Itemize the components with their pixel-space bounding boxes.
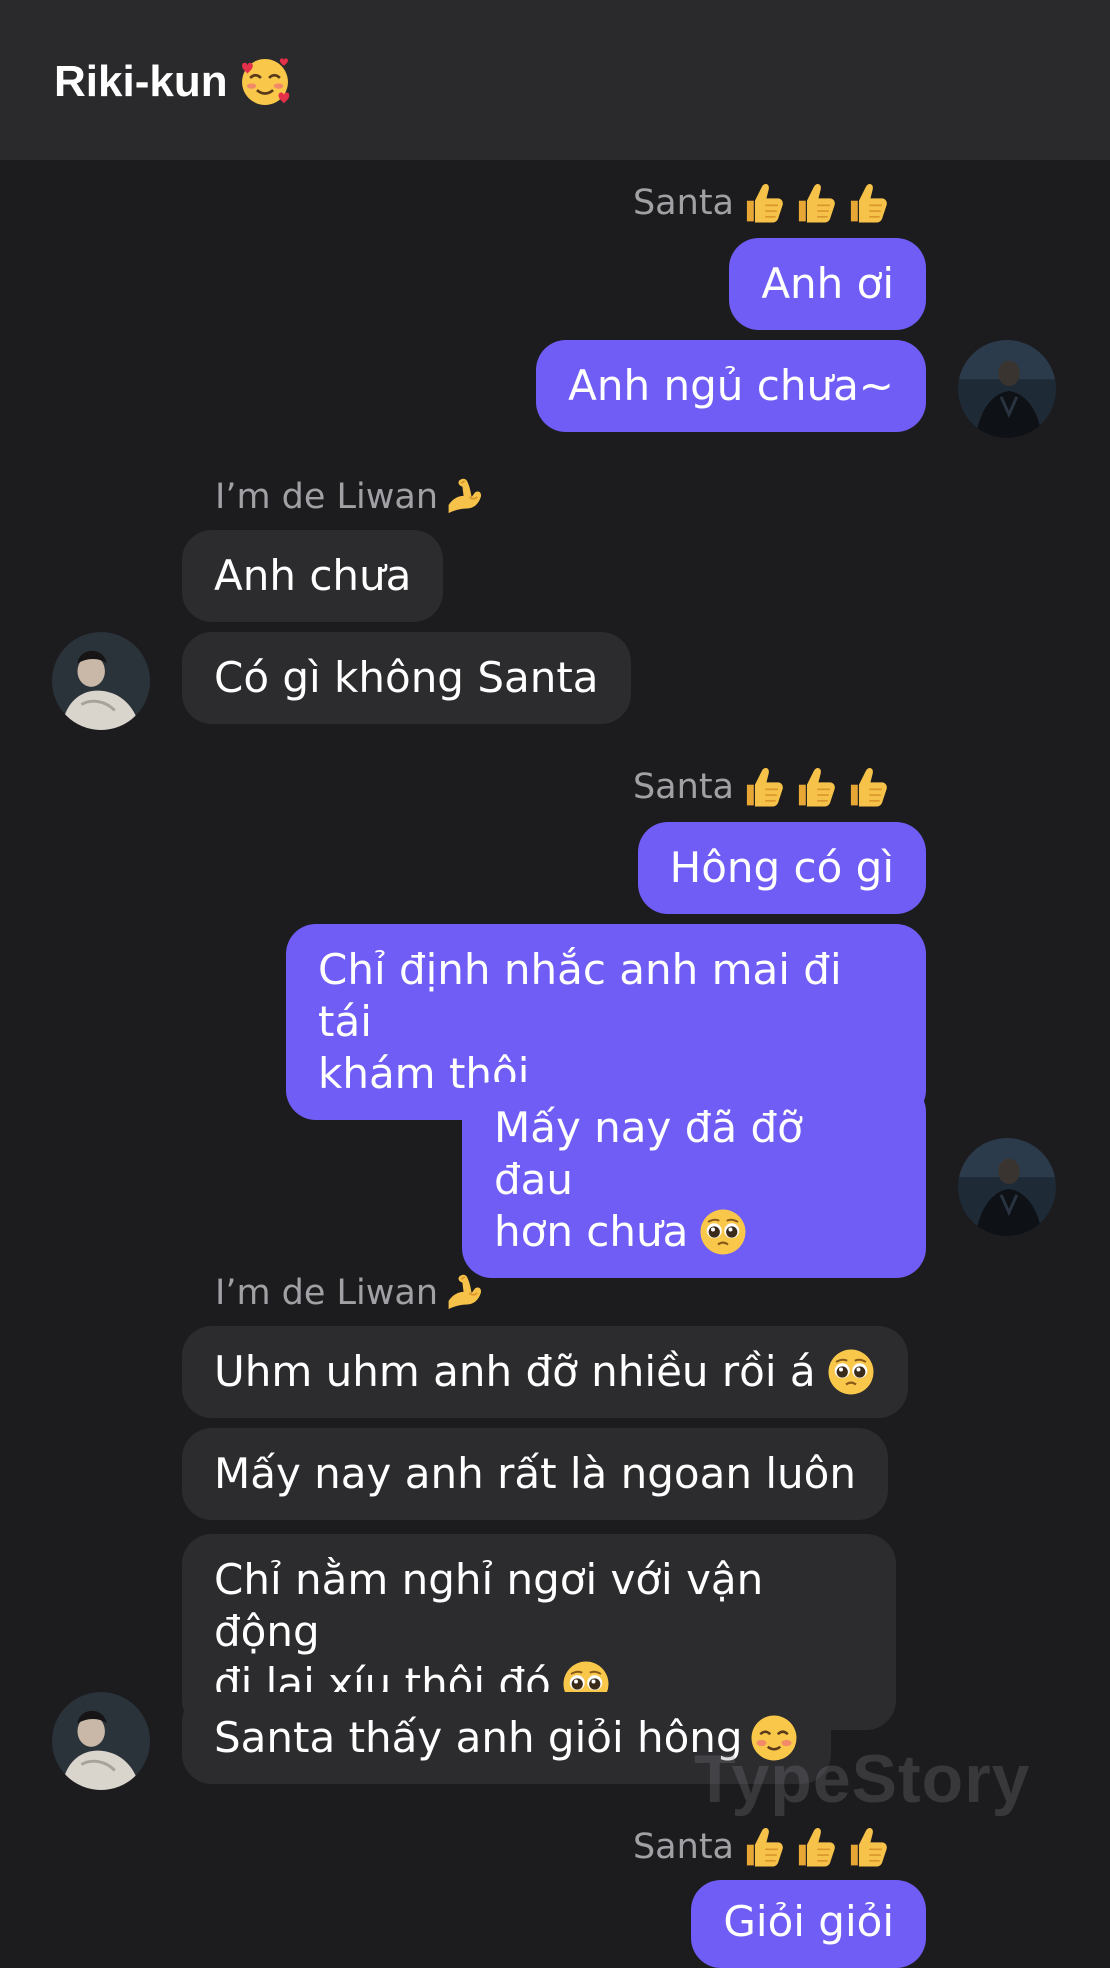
pleading-face-icon <box>698 1207 748 1257</box>
sender-label-me: Santa <box>633 1824 890 1870</box>
message-text-line: Chỉ định nhắc anh mai đi tái <box>318 945 842 1046</box>
message-bubble-incoming[interactable]: Uhm uhm anh đỡ nhiều rồi á <box>182 1326 908 1418</box>
message-text-line: Uhm uhm anh đỡ nhiều rồi á <box>214 1346 876 1398</box>
message-text-line: hơn chưa <box>494 1206 894 1258</box>
chat-title: Riki-kun <box>54 54 292 110</box>
thumbs-up-icon <box>792 764 838 810</box>
message-text: Anh chưa <box>214 551 412 600</box>
thumbs-up-icon <box>740 1824 786 1870</box>
message-text: Santa thấy anh giỏi hông <box>214 1713 743 1762</box>
message-bubble-outgoing[interactable]: Giỏi giỏi <box>691 1880 926 1968</box>
sender-name: I’m de Liwan <box>215 1273 439 1313</box>
message-text: Uhm uhm anh đỡ nhiều rồi á <box>214 1347 816 1396</box>
smiling-face-with-hearts-icon <box>238 55 292 109</box>
message-text-line: Mấy nay đã đỡ đau <box>494 1103 803 1204</box>
message-bubble-incoming[interactable]: Anh chưa <box>182 530 444 622</box>
sender-label-other: I’m de Liwan <box>215 1270 490 1316</box>
sender-label-me: Santa <box>633 180 890 226</box>
avatar-image <box>52 1692 150 1790</box>
thumbs-up-icon <box>740 764 786 810</box>
avatar-me[interactable] <box>958 340 1056 438</box>
message-bubble-outgoing[interactable]: Mấy nay đã đỡ đau hơn chưa <box>462 1082 926 1278</box>
thumbs-up-icon <box>792 1824 838 1870</box>
flexed-biceps-icon <box>444 1270 490 1316</box>
message-bubble-outgoing[interactable]: Anh ngủ chưa~ <box>536 340 926 432</box>
message-text: Mấy nay anh rất là ngoan luôn <box>214 1449 856 1498</box>
sender-name: Santa <box>632 767 734 807</box>
message-bubble-outgoing[interactable]: Hông có gì <box>637 822 926 914</box>
message-bubble-incoming[interactable]: Có gì không Santa <box>182 632 631 724</box>
message-text: hơn chưa <box>494 1207 689 1256</box>
thumbs-up-icon <box>844 764 890 810</box>
message-bubble-outgoing[interactable]: Anh ơi <box>729 238 926 330</box>
avatar-me[interactable] <box>958 1138 1056 1236</box>
flexed-biceps-icon <box>444 474 490 520</box>
message-bubble-incoming[interactable]: Mấy nay anh rất là ngoan luôn <box>182 1428 888 1520</box>
avatar-image <box>52 632 150 730</box>
message-text: Anh ngủ chưa~ <box>568 361 894 410</box>
avatar-image <box>958 1138 1056 1236</box>
thumbs-up-icon <box>792 180 838 226</box>
sender-name: I’m de Liwan <box>215 477 439 517</box>
avatar-other[interactable] <box>52 1692 150 1790</box>
message-text: Giỏi giỏi <box>723 1897 894 1946</box>
sender-label-me: Santa <box>633 764 890 810</box>
message-text: Có gì không Santa <box>214 653 599 702</box>
thumbs-up-icon <box>844 1824 890 1870</box>
message-text-line: Chỉ nằm nghỉ ngơi với vận động <box>214 1555 764 1656</box>
chat-header: Riki-kun <box>0 0 1110 160</box>
pleading-face-icon <box>826 1347 876 1397</box>
sender-name: Santa <box>632 183 734 223</box>
watermark: TypeStory <box>694 1741 1031 1817</box>
sender-label-other: I’m de Liwan <box>215 474 490 520</box>
sender-name: Santa <box>632 1827 734 1867</box>
message-text: Hông có gì <box>669 843 894 892</box>
avatar-image <box>958 340 1056 438</box>
avatar-other[interactable] <box>52 632 150 730</box>
thumbs-up-icon <box>844 180 890 226</box>
thumbs-up-icon <box>740 180 786 226</box>
message-text: Anh ơi <box>761 259 894 308</box>
chat-title-text: Riki-kun <box>54 57 228 106</box>
